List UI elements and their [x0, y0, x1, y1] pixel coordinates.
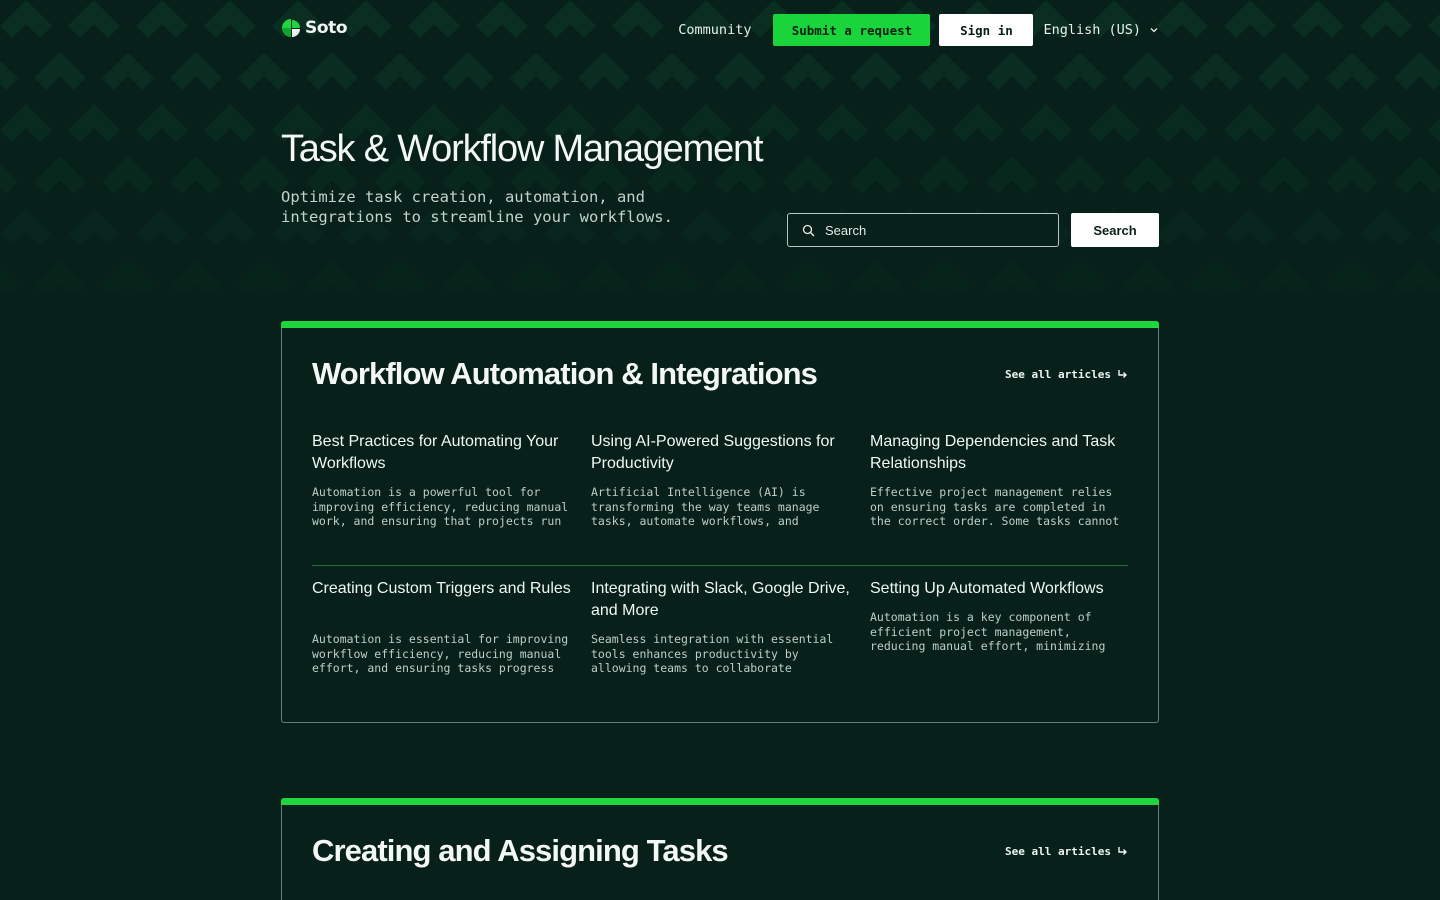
article-card[interactable]: Managing Dependencies and Task Relations… — [870, 431, 1128, 529]
chevron-down-icon — [1150, 28, 1158, 33]
article-excerpt: Automation is a key component of efficie… — [870, 610, 1106, 653]
article-title[interactable]: Setting Up Automated Workflows — [870, 578, 1128, 600]
see-all-label: See all articles — [1005, 845, 1111, 858]
article-card[interactable]: Integrating with Slack, Google Drive, an… — [591, 578, 851, 676]
section-accent-bar — [281, 798, 1159, 805]
arrow-right-icon — [1118, 370, 1127, 378]
search-button[interactable]: Search — [1071, 213, 1159, 247]
arrow-right-icon — [1118, 847, 1127, 855]
logo[interactable]: Soto — [281, 18, 348, 38]
submit-request-button[interactable]: Submit a request — [773, 14, 931, 46]
article-card[interactable]: Using AI-Powered Suggestions for Product… — [591, 431, 851, 529]
article-row: Best Practices for Automating Your Workf… — [312, 431, 1128, 565]
article-card[interactable]: Best Practices for Automating Your Workf… — [312, 431, 572, 529]
article-excerpt: Automation is a powerful tool for improv… — [312, 485, 569, 528]
help-center-page: Soto Community Submit a request Sign in … — [0, 0, 1440, 900]
article-title[interactable]: Integrating with Slack, Google Drive, an… — [591, 578, 851, 621]
article-row: Creating Custom Triggers and Rules Autom… — [312, 578, 1128, 712]
section-title: Creating and Assigning Tasks — [312, 833, 729, 868]
article-title[interactable]: Best Practices for Automating Your Workf… — [312, 431, 572, 474]
category-section-creating-assigning-tasks: Creating and Assigning Tasks See all art… — [281, 798, 1159, 900]
article-excerpt: Seamless integration with essential tool… — [591, 632, 834, 675]
page-subtitle: Optimize task creation, automation, and … — [281, 188, 673, 226]
see-all-label: See all articles — [1005, 368, 1111, 381]
article-card[interactable]: Creating Custom Triggers and Rules Autom… — [312, 578, 572, 676]
article-excerpt: Automation is essential for improving wo… — [312, 632, 569, 675]
language-label: English (US) — [1043, 22, 1141, 38]
article-excerpt: Artificial Intelligence (AI) is transfor… — [591, 485, 820, 528]
see-all-articles-link[interactable]: See all articles — [1005, 845, 1128, 858]
community-link[interactable]: Community — [678, 22, 751, 38]
soto-logo-icon — [282, 19, 300, 37]
page-title: Task & Workflow Management — [281, 128, 764, 170]
category-section-workflow-automation: Workflow Automation & Integrations See a… — [281, 321, 1159, 723]
article-title[interactable]: Using AI-Powered Suggestions for Product… — [591, 431, 851, 474]
article-card[interactable]: Setting Up Automated Workflows Automatio… — [870, 578, 1128, 654]
row-divider — [312, 565, 1128, 566]
section-accent-bar — [281, 321, 1159, 328]
logo-text: Soto — [305, 18, 348, 38]
article-excerpt: Effective project management relies on e… — [870, 485, 1120, 528]
see-all-articles-link[interactable]: See all articles — [1005, 368, 1128, 381]
search-input[interactable] — [825, 222, 1035, 238]
article-list: Best Practices for Automating Your Workf… — [312, 431, 1128, 712]
section-title: Workflow Automation & Integrations — [312, 356, 818, 391]
search-field[interactable] — [787, 213, 1059, 247]
article-title[interactable]: Managing Dependencies and Task Relations… — [870, 431, 1128, 474]
header-nav: Community Submit a request Sign in Engli… — [678, 14, 1159, 46]
language-selector[interactable]: English (US) — [1043, 22, 1159, 38]
sign-in-button[interactable]: Sign in — [939, 14, 1034, 46]
article-title[interactable]: Creating Custom Triggers and Rules — [312, 578, 572, 621]
search-icon — [802, 224, 815, 236]
site-header: Soto Community Submit a request Sign in … — [281, 14, 1159, 46]
